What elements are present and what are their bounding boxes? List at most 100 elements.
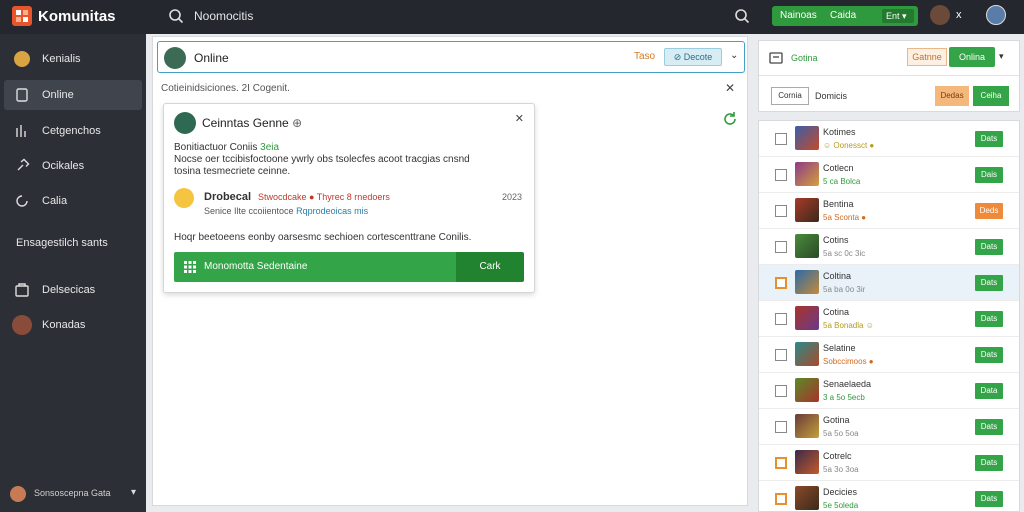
game-row[interactable]: Cotins 5a sc 0c 3ic Dats	[759, 229, 1019, 265]
app-title: Komunitas	[38, 8, 116, 25]
game-action-button[interactable]: Dats	[975, 347, 1003, 363]
author-sub: Senice Ilte ccoiientoce Rqprodeoicas mis	[204, 206, 368, 216]
row-checkbox[interactable]	[775, 277, 787, 289]
card-line-1-prefix: Bonitiactuor Coniis	[174, 142, 258, 153]
online-title: Online	[194, 51, 229, 65]
row-checkbox[interactable]	[775, 493, 787, 505]
user-avatar[interactable]	[986, 5, 1006, 25]
sidebar-item-settings[interactable]: Ensagestilch sants	[4, 228, 142, 258]
filter-icon	[769, 52, 783, 64]
game-thumbnail	[795, 270, 819, 294]
game-action-button[interactable]: Dats	[975, 455, 1003, 471]
close-icon[interactable]: ✕	[725, 81, 735, 95]
game-meta: 5a ba 0o 3ir	[823, 285, 866, 294]
game-name: Cotins	[823, 235, 849, 245]
author-sub-link[interactable]: Rqprodeoicas mis	[296, 206, 368, 216]
game-action-button[interactable]: Dais	[975, 167, 1003, 183]
row-checkbox[interactable]	[775, 385, 787, 397]
chevron-down-icon[interactable]: ⌄	[730, 50, 738, 61]
row-checkbox[interactable]	[775, 241, 787, 253]
row-checkbox[interactable]	[775, 169, 787, 181]
sidebar-item-delsecicas[interactable]: Delsecicas	[4, 275, 142, 305]
row-checkbox[interactable]	[775, 349, 787, 361]
close-icon[interactable]: x	[956, 9, 962, 21]
online-header[interactable]: Online Taso ⊘ Decote ⌄	[157, 41, 745, 73]
game-meta: ☺ Oonessct ●	[823, 141, 875, 150]
card-description: Hoqr beetoeens eonby oarsesmc sechioen c…	[174, 232, 472, 243]
sidebar-item-online[interactable]: Online	[4, 80, 142, 110]
game-action-button[interactable]: Dats	[975, 419, 1003, 435]
search-icon[interactable]	[168, 8, 184, 24]
sidebar-item-label: Ensagestilch sants	[16, 237, 108, 249]
game-thumbnail	[795, 378, 819, 402]
sidebar-item-kenialis[interactable]: Kenialis	[4, 44, 142, 74]
row-checkbox[interactable]	[775, 205, 787, 217]
game-action-button[interactable]: Deds	[975, 203, 1003, 219]
game-action-button[interactable]: Dats	[975, 311, 1003, 327]
sidebar-item-konadas[interactable]: Konadas	[4, 310, 142, 340]
game-row[interactable]: Gotina 5a 5o 5oa Dats	[759, 409, 1019, 445]
game-row[interactable]: Coltina 5a ba 0o 3ir Dats	[759, 265, 1019, 301]
game-thumbnail	[795, 342, 819, 366]
small-button[interactable]: Cornia	[771, 87, 809, 105]
online-button[interactable]: Onlina	[949, 47, 995, 67]
outline-button[interactable]: Gatnne	[907, 48, 947, 66]
game-name: Bentina	[823, 199, 854, 209]
row-checkbox[interactable]	[775, 421, 787, 433]
sidebar-item-label: Delsecicas	[42, 284, 96, 296]
game-thumbnail	[795, 198, 819, 222]
game-meta: 5a Bonadla ☺	[823, 321, 874, 330]
search-input[interactable]: Noomocitis	[194, 9, 253, 23]
game-row[interactable]: Cotina 5a Bonadla ☺ Dats	[759, 301, 1019, 337]
avatar[interactable]	[930, 5, 950, 25]
game-action-button[interactable]: Dats	[975, 275, 1003, 291]
sidebar-item-calia[interactable]: Calia	[4, 186, 142, 216]
right-top-panel: Gotina Gatnne Onlina ▾ Cornia Domicis De…	[758, 40, 1020, 112]
search-icon[interactable]	[734, 8, 750, 24]
status-select[interactable]: Ent ▾	[882, 9, 914, 23]
subline-text: Cotieinidsiciones. 2I Cogenit.	[161, 83, 290, 94]
game-action-button[interactable]: Dats	[975, 239, 1003, 255]
sidebar-item-categories[interactable]: Cetgenchos	[4, 116, 142, 146]
game-row[interactable]: Senaelaeda 3 a 5o 5ecb Data	[759, 373, 1019, 409]
secondary-action-button[interactable]: Cark	[456, 252, 524, 282]
game-action-button[interactable]: Data	[975, 383, 1003, 399]
chevron-down-icon[interactable]: ▾	[131, 487, 136, 498]
game-thumbnail	[795, 234, 819, 258]
card-line-1: Bonitiactuor Coniis 3eia	[174, 142, 279, 153]
game-thumbnail	[795, 414, 819, 438]
decote-button-label: Decote	[683, 52, 713, 62]
game-row[interactable]: Decicies 5e 5oleda Dats	[759, 481, 1019, 511]
game-name: Cotina	[823, 307, 850, 317]
author-sub-prefix: Senice Ilte ccoiientoce	[204, 206, 294, 216]
row-checkbox[interactable]	[775, 313, 787, 325]
game-row[interactable]: Kotimes ☺ Oonessct ● Dats	[759, 121, 1019, 157]
game-row[interactable]: Cotrelc 5a 3o 3oa Dats	[759, 445, 1019, 481]
row-checkbox[interactable]	[775, 457, 787, 469]
avatar	[174, 112, 196, 134]
game-action-button[interactable]: Dats	[975, 131, 1003, 147]
game-row[interactable]: Cotlecn 5 ca Bolca Dais	[759, 157, 1019, 193]
primary-action-button[interactable]: Monomotta Sedentaine	[174, 252, 456, 282]
primary-action-label: Monomotta Sedentaine	[204, 261, 308, 272]
game-name: Decicies	[823, 487, 858, 497]
grid-icon	[184, 261, 196, 273]
status-dropdown[interactable]: Nainoas Caida Ent ▾	[772, 6, 918, 26]
card-line-1-highlight: 3eia	[260, 142, 280, 153]
game-thumbnail	[795, 306, 819, 330]
card-title: Ceinntas Genne ⊕	[202, 116, 302, 130]
refresh-icon[interactable]	[723, 111, 737, 125]
orange-button[interactable]: Dedas	[935, 86, 969, 106]
info-icon: ⊕	[292, 116, 303, 130]
sidebar-footer[interactable]: Sonsoscepna Gata ▾	[10, 484, 136, 504]
game-row[interactable]: Selatine Sobccimoos ● Dats	[759, 337, 1019, 373]
decote-button[interactable]: ⊘ Decote	[664, 48, 722, 66]
green-button[interactable]: Ceiha	[973, 86, 1009, 106]
game-name: Selatine	[823, 343, 856, 353]
sidebar-item-ocikales[interactable]: Ocikales	[4, 151, 142, 181]
close-icon[interactable]: ✕	[515, 112, 524, 125]
chevron-down-icon[interactable]: ▾	[999, 51, 1004, 62]
game-row[interactable]: Bentina 5a Sconta ● Deds	[759, 193, 1019, 229]
row-checkbox[interactable]	[775, 133, 787, 145]
game-action-button[interactable]: Dats	[975, 491, 1003, 507]
